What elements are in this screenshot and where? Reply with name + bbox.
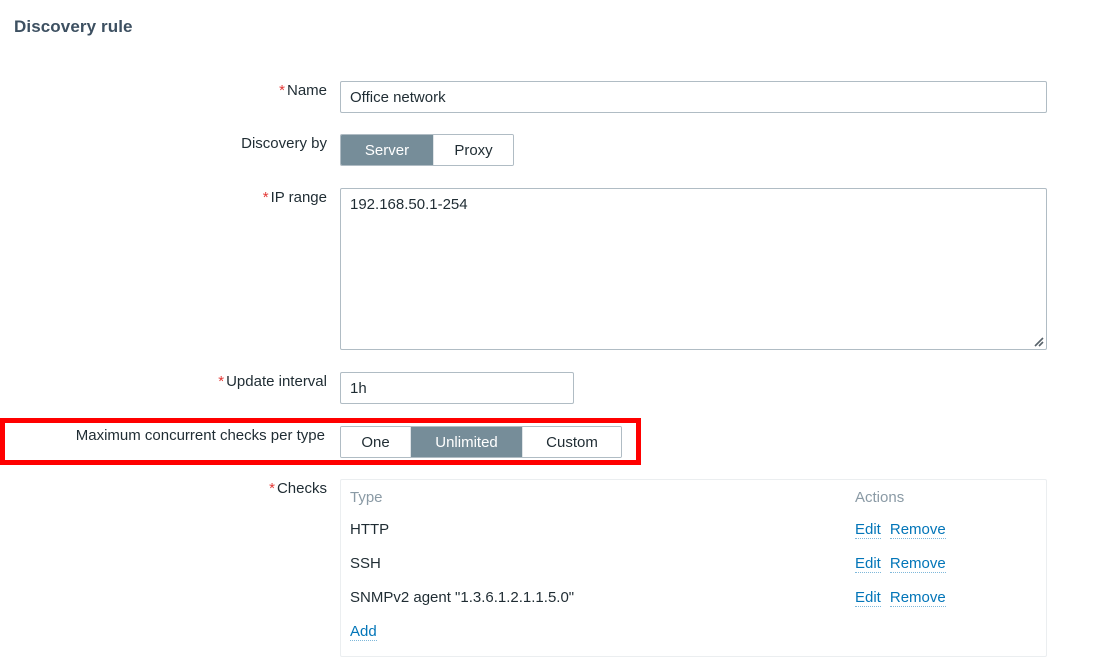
checks-label: *Checks (0, 479, 327, 498)
update-interval-field-wrap (340, 372, 574, 404)
check-type-cell: SNMPv2 agent "1.3.6.1.2.1.1.5.0" (341, 581, 846, 615)
page-title: Discovery rule (14, 17, 133, 37)
check-type-cell: SSH (341, 547, 846, 581)
checks-field-wrap: Type Actions HTTP EditRemove SSH Ed (340, 479, 1047, 657)
edit-link[interactable]: Edit (855, 555, 881, 573)
discovery-by-label-text: Discovery by (241, 135, 327, 152)
checks-add-cell: Add (341, 615, 846, 649)
discovery-by-segmented-control[interactable]: Server Proxy (340, 134, 514, 166)
table-row: SNMPv2 agent "1.3.6.1.2.1.1.5.0" Edit Rem… (341, 581, 1046, 615)
name-input[interactable] (340, 81, 1047, 113)
add-check-link[interactable]: Add (350, 623, 377, 641)
required-asterisk: * (263, 189, 269, 206)
edit-link[interactable]: Edit (855, 589, 881, 607)
table-row: SSH Edit Remove (341, 547, 1046, 581)
required-asterisk: * (269, 480, 275, 497)
max-concurrent-checks-field-wrap: One Unlimited Custom (340, 426, 622, 458)
max-concurrent-checks-option-custom[interactable]: Custom (523, 427, 621, 457)
check-type-cell: HTTP (341, 513, 846, 547)
edit-link[interactable]: Edit (855, 521, 881, 539)
max-concurrent-checks-option-unlimited[interactable]: Unlimited (411, 427, 523, 457)
max-concurrent-checks-label: Maximum concurrent checks per type (0, 426, 325, 445)
table-row: HTTP Edit Remove (341, 513, 1046, 547)
discovery-by-field-wrap: Server Proxy (340, 134, 514, 166)
name-field-wrap (340, 81, 1047, 113)
required-asterisk: * (279, 82, 285, 99)
update-interval-label-text: Update interval (226, 373, 327, 390)
checks-table: Type Actions HTTP EditRemove SSH Ed (341, 480, 1046, 649)
checks-column-header-actions: Actions (846, 480, 1046, 513)
checks-label-text: Checks (277, 480, 327, 497)
update-interval-label: *Update interval (0, 372, 327, 391)
remove-link[interactable]: Remove (890, 555, 946, 573)
max-concurrent-checks-option-one[interactable]: One (341, 427, 411, 457)
name-label: *Name (0, 81, 327, 100)
ip-range-textarea-wrap (340, 188, 1047, 350)
check-actions-cell: Edit Remove (846, 513, 1046, 547)
ip-range-label-text: IP range (271, 189, 327, 206)
discovery-by-option-server[interactable]: Server (341, 135, 434, 165)
check-actions-cell: Edit Remove (846, 547, 1046, 581)
required-asterisk: * (218, 373, 224, 390)
check-actions-cell: Edit Remove (846, 581, 1046, 615)
max-concurrent-checks-label-text: Maximum concurrent checks per type (76, 427, 325, 444)
checks-table-box: Type Actions HTTP EditRemove SSH Ed (340, 479, 1047, 657)
remove-link[interactable]: Remove (890, 521, 946, 539)
max-concurrent-checks-segmented-control[interactable]: One Unlimited Custom (340, 426, 622, 458)
ip-range-field-wrap (340, 188, 1047, 350)
remove-link[interactable]: Remove (890, 589, 946, 607)
name-label-text: Name (287, 82, 327, 99)
checks-table-header-row: Type Actions (341, 480, 1046, 513)
ip-range-label: *IP range (0, 188, 327, 207)
discovery-by-label: Discovery by (0, 134, 327, 153)
ip-range-textarea[interactable] (340, 188, 1047, 350)
checks-add-row: Add (341, 615, 1046, 649)
checks-column-header-type: Type (341, 480, 846, 513)
update-interval-input[interactable] (340, 372, 574, 404)
checks-add-spacer-cell (846, 615, 1046, 649)
discovery-by-option-proxy[interactable]: Proxy (434, 135, 513, 165)
